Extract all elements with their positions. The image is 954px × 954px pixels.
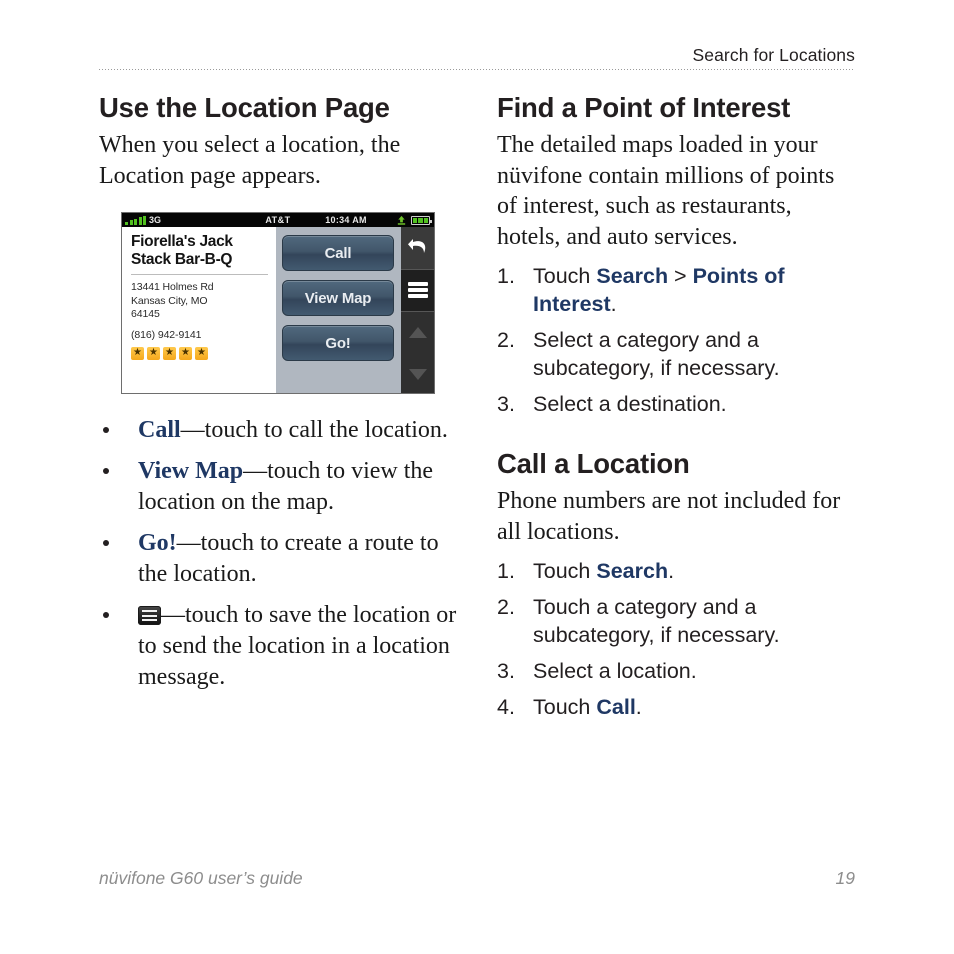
footer-guide-title: nüvifone G60 user’s guide bbox=[99, 868, 303, 888]
step-text-suffix: . bbox=[668, 559, 675, 583]
view-map-button[interactable]: View Map bbox=[282, 280, 394, 316]
bullet-dot-icon bbox=[103, 540, 109, 546]
running-head: Search for Locations bbox=[692, 45, 855, 65]
scroll-up-icon bbox=[408, 327, 427, 339]
step-text: Select a destination. bbox=[533, 392, 727, 416]
poi-steps-list: 1. Touch Search > Points of Interest. 2. S… bbox=[497, 262, 859, 418]
poi-phone-number[interactable]: (816) 942-9141 bbox=[131, 329, 268, 342]
go-button[interactable]: Go! bbox=[282, 325, 394, 361]
list-item: 2. Select a category and a subcategory, i… bbox=[497, 326, 859, 382]
step-number: 2. bbox=[497, 595, 515, 619]
list-item: 1. Touch Search > Points of Interest. bbox=[497, 262, 859, 318]
list-item: —touch to save the location or to send t… bbox=[99, 600, 461, 693]
poi-name-line1: Fiorella's Jack bbox=[131, 233, 233, 250]
term-search: Search bbox=[596, 264, 669, 288]
footer-page-number: 19 bbox=[835, 868, 855, 888]
section-heading-use-the-location-page: Use the Location Page bbox=[99, 92, 390, 123]
star-icon bbox=[195, 346, 208, 360]
list-item: 1. Touch Search. bbox=[497, 557, 859, 585]
bullet-text-go: —touch to create a route to the location… bbox=[138, 530, 439, 587]
step-number: 3. bbox=[497, 659, 515, 683]
poi-address-line2: Kansas City, MO bbox=[131, 294, 208, 307]
list-item: Call—touch to call the location. bbox=[99, 415, 461, 446]
star-icon bbox=[163, 346, 176, 360]
poi-divider bbox=[131, 274, 268, 275]
right-column: Find a Point of Interest The detailed ma… bbox=[497, 92, 859, 729]
step-text-suffix: . bbox=[635, 695, 642, 719]
header-divider bbox=[99, 69, 855, 70]
intro-paragraph-location-page: When you select a location, the Location… bbox=[99, 132, 401, 189]
intro-paragraph-call-a-location: Phone numbers are not included for all l… bbox=[497, 488, 841, 545]
step-text-prefix: Touch bbox=[533, 264, 597, 288]
step-number: 1. bbox=[497, 264, 515, 288]
menu-button[interactable] bbox=[401, 269, 434, 312]
step-number: 2. bbox=[497, 328, 515, 352]
step-text: Touch a category and a subcategory, if n… bbox=[533, 595, 780, 647]
step-text: Select a location. bbox=[533, 659, 697, 683]
device-side-rail bbox=[401, 227, 434, 393]
poi-address-line1: 13441 Holmes Rd bbox=[131, 281, 214, 293]
star-icon bbox=[179, 346, 192, 360]
term-go: Go! bbox=[138, 530, 177, 556]
device-body: Fiorella's Jack Stack Bar-B-Q 13441 Holm… bbox=[122, 227, 434, 393]
scroll-down-icon bbox=[408, 368, 427, 380]
list-item: 4. Touch Call. bbox=[497, 693, 859, 721]
poi-name: Fiorella's Jack Stack Bar-B-Q bbox=[131, 233, 268, 269]
step-text: Select a category and a subcategory, if … bbox=[533, 328, 780, 380]
call-button[interactable]: Call bbox=[282, 235, 394, 271]
list-item: 3. Select a destination. bbox=[497, 390, 859, 418]
call-location-steps-list: 1. Touch Search. 2. Touch a category and a… bbox=[497, 557, 859, 721]
step-number: 4. bbox=[497, 695, 515, 719]
intro-paragraph-poi: The detailed maps loaded in your nüvifon… bbox=[497, 132, 835, 250]
poi-address: 13441 Holmes Rd Kansas City, MO 64145 bbox=[131, 281, 268, 322]
term-search: Search bbox=[596, 559, 669, 583]
poi-rating-stars bbox=[131, 346, 268, 360]
location-page-bullet-list: Call—touch to call the location. View Ma… bbox=[99, 415, 461, 693]
menu-icon bbox=[407, 282, 428, 299]
term-call: Call bbox=[138, 417, 181, 443]
page-footer: nüvifone G60 user’s guide 19 bbox=[99, 868, 855, 889]
scroll-down-button[interactable] bbox=[401, 353, 434, 393]
step-text-suffix: . bbox=[610, 292, 617, 316]
step-text-prefix: Touch bbox=[533, 695, 597, 719]
bullet-dot-icon bbox=[103, 468, 109, 474]
step-text-prefix: Touch bbox=[533, 559, 597, 583]
bullet-dot-icon bbox=[103, 612, 109, 618]
section-heading-call-a-location: Call a Location bbox=[497, 448, 690, 479]
device-status-bar: 3G AT&T 10:34 AM bbox=[122, 213, 434, 227]
back-arrow-icon bbox=[407, 238, 425, 253]
section-heading-find-a-point-of-interest: Find a Point of Interest bbox=[497, 92, 791, 123]
battery-icon bbox=[411, 216, 432, 225]
poi-address-line3: 64145 bbox=[131, 308, 160, 320]
poi-name-line2: Stack Bar-B-Q bbox=[131, 251, 233, 268]
list-item: Go!—touch to create a route to the locat… bbox=[99, 528, 461, 590]
list-item: 3. Select a location. bbox=[497, 657, 859, 685]
list-item: 2. Touch a category and a subcategory, if… bbox=[497, 593, 859, 649]
list-item: View Map—touch to view the location on t… bbox=[99, 456, 461, 518]
manual-page: Search for Locations Use the Location Pa… bbox=[0, 0, 954, 954]
device-screenshot-figure: 3G AT&T 10:34 AM Fiorella's Jack Stack B… bbox=[121, 212, 435, 394]
sync-icon bbox=[397, 215, 406, 225]
step-number: 1. bbox=[497, 559, 515, 583]
star-icon bbox=[147, 346, 160, 360]
step-number: 3. bbox=[497, 392, 515, 416]
bullet-text-call: —touch to call the location. bbox=[180, 417, 448, 443]
menu-icon bbox=[138, 606, 161, 625]
term-view-map: View Map bbox=[138, 458, 244, 484]
left-column: Use the Location Page When you select a … bbox=[99, 92, 461, 703]
term-call: Call bbox=[596, 695, 636, 719]
step-text-separator: > bbox=[668, 264, 693, 288]
scroll-up-button[interactable] bbox=[401, 312, 434, 354]
bullet-dot-icon bbox=[103, 427, 109, 433]
star-icon bbox=[131, 346, 144, 360]
bullet-text-menu: —touch to save the location or to send t… bbox=[138, 602, 457, 690]
poi-info-panel: Fiorella's Jack Stack Bar-B-Q 13441 Holm… bbox=[122, 227, 276, 393]
device-action-buttons: Call View Map Go! bbox=[276, 227, 401, 393]
back-button[interactable] bbox=[401, 227, 434, 270]
